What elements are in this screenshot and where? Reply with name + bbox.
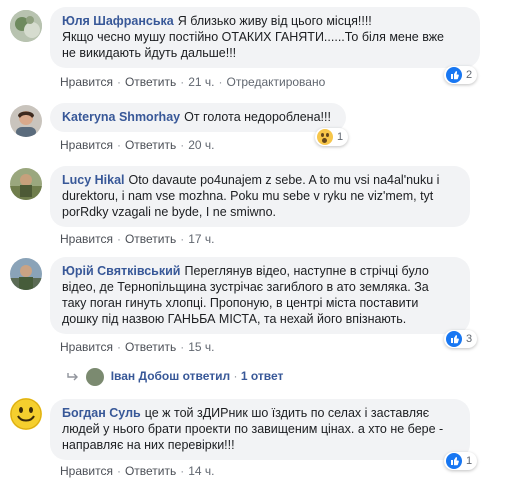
comment-time[interactable]: 20 ч. (188, 138, 214, 152)
comment-bubble: Богдан Суль це ж той зДИРник шо їздить по… (50, 399, 470, 460)
reaction-count: 1 (337, 131, 344, 143)
avatar[interactable] (10, 398, 42, 430)
comment-text-line: Переглянув відео, наступне в стрічці бул… (184, 264, 429, 278)
comment-time[interactable]: 17 ч. (188, 232, 214, 246)
avatar[interactable] (10, 258, 42, 290)
comment-time[interactable]: 21 ч. (188, 75, 214, 89)
like-icon (446, 331, 462, 347)
view-replies-link[interactable]: Іван Добош ответил · 1 ответ (66, 368, 283, 386)
avatar-photo-icon (10, 105, 42, 137)
reply-avatar (86, 368, 105, 386)
avatar[interactable] (10, 168, 42, 200)
comment-text-line: durektoru, i nam vse mozhna. Poku mu seb… (62, 189, 434, 203)
smiley-avatar-icon (10, 398, 42, 430)
avatar-photo-icon (10, 258, 42, 290)
reply-button[interactable]: Ответить (125, 464, 176, 478)
comment-time[interactable]: 14 ч. (188, 464, 214, 478)
comment-actions: Нравится · Ответить · 21 ч. · Отредактировано (60, 75, 326, 89)
reaction-count-badge[interactable]: 2 (444, 66, 478, 84)
comment-text-line: це ж той зДИРник шо їздить по селах і за… (144, 406, 430, 420)
like-button[interactable]: Нравится (60, 75, 113, 89)
comment-text-line: не викидають йдуть дальше!!! (62, 46, 237, 60)
comment-bubble: Lucy Hikal Oto davaute po4unajem z sebe. … (50, 166, 470, 227)
comment-author[interactable]: Юрій Святківський (62, 264, 180, 278)
reaction-count-badge[interactable]: 1 (444, 452, 478, 470)
comment-author[interactable]: Kateryna Shmorhay (62, 110, 180, 124)
comment-text-line: От голота недороблена!!! (184, 110, 331, 124)
like-icon (446, 67, 462, 83)
comment-bubble: Kateryna Shmorhay От голота недороблена!!… (50, 103, 346, 132)
comment-bubble: Юрій Святківський Переглянув відео, насту… (50, 257, 470, 334)
comment-author[interactable]: Богдан Суль (62, 406, 141, 420)
like-button[interactable]: Нравится (60, 340, 113, 354)
reaction-count: 2 (466, 69, 473, 81)
like-button[interactable]: Нравится (60, 232, 113, 246)
comment-text-line: Я близько живу від цього місця!!!! (177, 14, 372, 28)
comment-text-line: Якщо чесно мушу постійно ОТАКИХ ГАНЯТИ..… (62, 30, 445, 44)
comment-time[interactable]: 15 ч. (188, 340, 214, 354)
reaction-count: 3 (466, 333, 473, 345)
reply-arrow-icon (67, 373, 78, 381)
comment-author[interactable]: Юля Шафранська (62, 14, 174, 28)
comment-text-line: відео, де Тернопільщина зустрічає загибл… (62, 280, 429, 294)
comment-author[interactable]: Lucy Hikal (62, 173, 125, 187)
reply-button[interactable]: Ответить (125, 340, 176, 354)
reply-button[interactable]: Ответить (125, 75, 176, 89)
avatar-photo-icon (10, 10, 42, 42)
comment-text-line: дошку під назвою ГАНЬБА МІСТА, та нехай … (62, 312, 407, 326)
reply-button[interactable]: Ответить (125, 138, 176, 152)
avatar-photo-icon (10, 168, 42, 200)
reply-action: ответил (182, 369, 231, 384)
wow-icon (317, 129, 333, 145)
comment-actions: Нравится · Ответить · 20 ч. (60, 138, 215, 152)
avatar[interactable] (10, 10, 42, 42)
reply-author[interactable]: Іван Добош (111, 369, 180, 383)
avatar[interactable] (10, 105, 42, 137)
comment-actions: Нравится · Ответить · 17 ч. (60, 232, 215, 246)
reply-button[interactable]: Ответить (125, 232, 176, 246)
edited-label: Отредактировано (226, 75, 326, 89)
reply-count[interactable]: 1 ответ (241, 369, 284, 383)
like-icon (446, 453, 462, 469)
reaction-count-badge[interactable]: 1 (315, 128, 349, 146)
comment-actions: Нравится · Ответить · 15 ч. (60, 340, 215, 354)
comment-text-line: таку поган гинуть хлопці. Пропоную, в це… (62, 296, 419, 310)
comment-bubble: Юля Шафранська Я близько живу від цього м… (50, 7, 480, 68)
reaction-count: 1 (466, 455, 473, 467)
comment-actions: Нравится · Ответить · 14 ч. (60, 464, 215, 478)
reaction-count-badge[interactable]: 3 (444, 330, 478, 348)
comment-text-line: направляє на них перевірки!!! (62, 438, 235, 452)
comment-text-line: людей у нього брати проекти по завищеним… (62, 422, 444, 436)
like-button[interactable]: Нравится (60, 464, 113, 478)
like-button[interactable]: Нравится (60, 138, 113, 152)
comment-text-line: porRdky vzagali ne byde, I ne smiwno. (62, 205, 276, 219)
comment-text-line: Oto davaute po4unajem z sebe. A to mu vs… (128, 173, 440, 187)
